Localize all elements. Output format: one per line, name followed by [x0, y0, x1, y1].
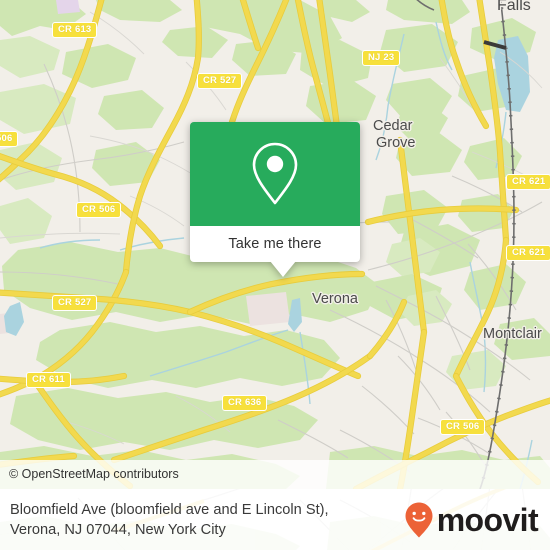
footer-bar: Bloomfield Ave (bloomfield ave and E Lin… — [0, 489, 550, 550]
popup-action-bar[interactable]: Take me there — [190, 226, 360, 277]
moovit-location-card: .landuse-green { fill:#cfe6b2; } .landus… — [0, 0, 550, 550]
place-label-cedar-grove-2: Grove — [376, 135, 416, 151]
location-address: Bloomfield Ave (bloomfield ave and E Lin… — [10, 500, 329, 540]
road-shield: CR 611 — [26, 372, 71, 388]
road-shield: CR 636 — [222, 395, 268, 411]
road-shield: CR 621 — [506, 174, 550, 190]
location-popup-card[interactable]: Take me there — [190, 122, 360, 277]
popup-pin-area — [190, 122, 360, 226]
road-shield: NJ 23 — [362, 50, 401, 66]
road-shield: CR 613 — [52, 22, 98, 38]
footer-content: Bloomfield Ave (bloomfield ave and E Lin… — [0, 489, 550, 550]
place-label-cedar-grove: Cedar — [373, 118, 413, 134]
road-shield: CR 527 — [52, 295, 98, 311]
place-label-falls: Falls — [497, 0, 531, 14]
map-canvas[interactable]: .landuse-green { fill:#cfe6b2; } .landus… — [0, 0, 550, 489]
road-shield: CR 506 — [440, 419, 486, 435]
road-shield: CR 527 — [197, 73, 243, 89]
place-label-verona: Verona — [312, 291, 358, 307]
moovit-smile-pin-icon — [405, 502, 433, 537]
map-pin-icon — [252, 142, 298, 205]
take-me-there-label: Take me there — [228, 236, 322, 252]
map-attribution: © OpenStreetMap contributors — [0, 460, 550, 489]
moovit-logo[interactable]: moovit — [404, 501, 539, 539]
address-line-2: Verona, NJ 07044, New York City — [10, 521, 226, 538]
place-label-montclair: Montclair — [483, 326, 542, 342]
address-line-1: Bloomfield Ave (bloomfield ave and E Lin… — [10, 501, 329, 518]
popup-pointer-tail — [270, 261, 296, 277]
moovit-wordmark: moovit — [436, 501, 539, 538]
road-shield: 506 — [0, 131, 19, 147]
road-shield: CR 621 — [506, 245, 550, 261]
road-shield: CR 506 — [76, 202, 122, 218]
